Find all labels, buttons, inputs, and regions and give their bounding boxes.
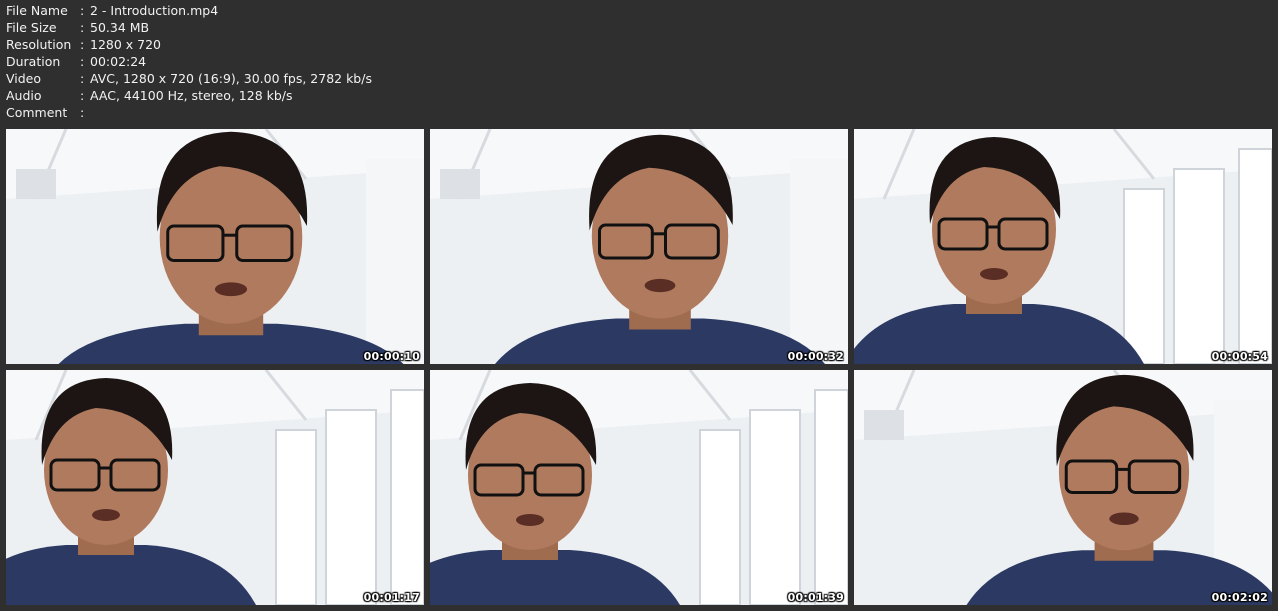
info-separator: : bbox=[80, 37, 85, 52]
info-value: 50.34 MB bbox=[90, 20, 150, 35]
info-value: 1280 x 720 bbox=[90, 37, 162, 52]
thumbnail-scene bbox=[6, 370, 424, 605]
info-label: File Name bbox=[6, 3, 68, 18]
info-separator: : bbox=[80, 20, 85, 35]
thumbnail-scene bbox=[6, 129, 424, 364]
mouth bbox=[980, 268, 1008, 280]
thumbnail-scene bbox=[430, 370, 848, 605]
video-thumbnail[interactable]: 00:00:54 bbox=[854, 129, 1272, 364]
window bbox=[699, 429, 741, 605]
window bbox=[1123, 188, 1165, 364]
info-separator: : bbox=[80, 3, 85, 18]
info-label: Audio bbox=[6, 88, 42, 103]
wall-panel bbox=[366, 159, 424, 364]
timestamp-label: 00:00:54 bbox=[1211, 350, 1268, 363]
wall-vent bbox=[864, 410, 904, 440]
info-row-audio: Audio : AAC, 44100 Hz, stereo, 128 kb/s bbox=[6, 87, 372, 104]
timestamp-label: 00:01:39 bbox=[787, 591, 844, 604]
mouth bbox=[214, 282, 248, 297]
thumbnail-scene bbox=[854, 370, 1272, 605]
info-value: AVC, 1280 x 720 (16:9), 30.00 fps, 2782 … bbox=[90, 71, 372, 86]
window bbox=[390, 389, 424, 605]
info-separator: : bbox=[80, 71, 85, 86]
info-row-video: Video : AVC, 1280 x 720 (16:9), 30.00 fp… bbox=[6, 70, 372, 87]
window bbox=[1238, 148, 1272, 364]
info-separator: : bbox=[80, 88, 85, 103]
video-thumbnail[interactable]: 00:01:39 bbox=[430, 370, 848, 605]
timestamp-label: 00:00:10 bbox=[363, 350, 420, 363]
video-thumbnail[interactable]: 00:00:10 bbox=[6, 129, 424, 364]
video-thumbnail[interactable]: 00:00:32 bbox=[430, 129, 848, 364]
wall-panel bbox=[790, 159, 848, 364]
timestamp-label: 00:02:02 bbox=[1211, 591, 1268, 604]
window bbox=[814, 389, 848, 605]
info-separator: : bbox=[80, 54, 85, 69]
info-value: 00:02:24 bbox=[90, 54, 147, 69]
file-info-panel: File Name : 2 - Introduction.mp4 File Si… bbox=[6, 2, 372, 121]
info-label: Video bbox=[6, 71, 42, 86]
info-row-duration: Duration : 00:02:24 bbox=[6, 53, 372, 70]
thumbnail-scene bbox=[854, 129, 1272, 364]
timestamp-label: 00:00:32 bbox=[787, 350, 844, 363]
timestamp-label: 00:01:17 bbox=[363, 591, 420, 604]
info-value: 2 - Introduction.mp4 bbox=[90, 3, 219, 18]
thumbnail-scene bbox=[430, 129, 848, 364]
info-row-file-name: File Name : 2 - Introduction.mp4 bbox=[6, 2, 372, 19]
video-thumbnail[interactable]: 00:02:02 bbox=[854, 370, 1272, 605]
info-label: Resolution bbox=[6, 37, 72, 52]
info-label: File Size bbox=[6, 20, 57, 35]
info-label: Comment bbox=[6, 105, 68, 120]
info-row-comment: Comment : bbox=[6, 104, 372, 121]
mouth bbox=[516, 514, 544, 526]
thumbnail-grid: 00:00:10 00:00:32 00:00:54 00:01:17 00:0… bbox=[6, 129, 1272, 605]
video-thumbnail[interactable]: 00:01:17 bbox=[6, 370, 424, 605]
window bbox=[275, 429, 317, 605]
info-row-resolution: Resolution : 1280 x 720 bbox=[6, 36, 372, 53]
info-value: AAC, 44100 Hz, stereo, 128 kb/s bbox=[90, 88, 293, 103]
window bbox=[1173, 168, 1225, 364]
mouth bbox=[644, 278, 676, 293]
info-label: Duration bbox=[6, 54, 61, 69]
wall-vent bbox=[16, 169, 56, 199]
window bbox=[325, 409, 377, 605]
info-separator: : bbox=[80, 105, 85, 120]
window bbox=[749, 409, 801, 605]
mouth bbox=[1109, 512, 1139, 526]
mouth bbox=[92, 509, 120, 521]
info-row-file-size: File Size : 50.34 MB bbox=[6, 19, 372, 36]
wall-vent bbox=[440, 169, 480, 199]
